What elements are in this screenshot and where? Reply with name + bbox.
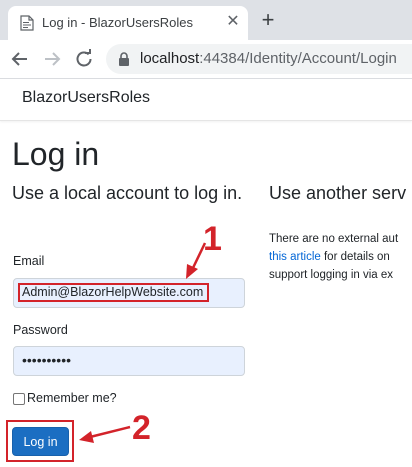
browser-tab[interactable]: Log in - BlazorUsersRoles ✕ [8,6,248,40]
address-bar[interactable]: localhost:44384/Identity/Account/Login [106,44,412,74]
this-article-link[interactable]: this article [269,251,321,263]
remember-me-label[interactable]: Remember me? [27,391,117,405]
password-label: Password [13,323,68,337]
forward-arrow-icon[interactable] [40,47,64,71]
local-account-heading: Use a local account to log in. [12,183,243,203]
email-annotation-box [18,283,209,302]
back-arrow-icon[interactable] [8,47,32,71]
login-button[interactable]: Log in [12,427,69,456]
external-text-line: There are no external aut [269,233,399,245]
reload-icon[interactable] [72,47,96,71]
url-host: localhost [140,50,200,67]
arrow-2 [79,425,131,443]
url-text: localhost:44384/Identity/Account/Login [140,50,397,67]
page-title: Log in [12,136,100,172]
tab-title: Log in - BlazorUsersRoles [42,15,194,30]
callout-number-2: 2 [132,409,151,447]
site-brand[interactable]: BlazorUsersRoles [22,89,150,107]
password-value: •••••••••• [22,352,72,368]
lock-icon [119,52,129,66]
plus-icon[interactable]: + [258,9,278,31]
url-path: :44384/Identity/Account/Login [199,50,397,67]
browser-toolbar: localhost:44384/Identity/Account/Login [0,40,412,79]
email-label: Email [13,254,45,268]
external-text-line: support logging in via ex [269,269,394,281]
callout-number-1: 1 [203,220,222,258]
external-login-heading: Use another serv [269,183,407,203]
browser-tab-bar: Log in - BlazorUsersRoles ✕ + [0,0,412,40]
external-text-line: this article for details on [269,251,390,263]
close-icon[interactable]: ✕ [224,13,242,31]
site-navbar: BlazorUsersRoles [0,79,412,121]
external-text-fragment: for details on [320,251,390,263]
password-field[interactable]: •••••••••• [13,346,245,376]
page-favicon-icon [20,15,34,31]
remember-me-checkbox[interactable] [13,393,25,405]
